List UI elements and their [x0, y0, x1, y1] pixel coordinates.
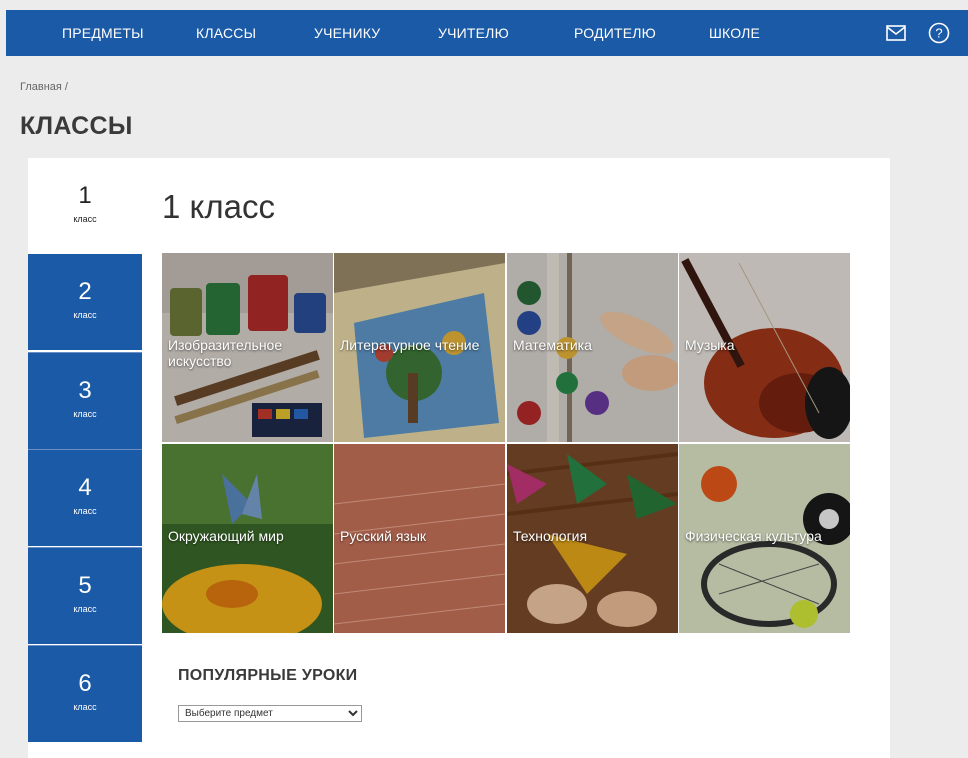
nav-item-classes[interactable]: КЛАССЫ	[196, 10, 256, 56]
subject-label: Окружающий мир	[168, 528, 284, 544]
class-tab-4[interactable]: 4 класс	[28, 450, 142, 546]
class-tab-label: класс	[73, 409, 97, 419]
class-tab-label: класс	[73, 214, 97, 224]
subject-tile-math[interactable]: Математика	[507, 253, 678, 442]
breadcrumb[interactable]: Главная /	[20, 81, 68, 93]
class-tab-6[interactable]: 6 класс	[28, 646, 142, 742]
class-tab-label: класс	[73, 604, 97, 614]
top-navigation: ПРЕДМЕТЫ КЛАССЫ УЧЕНИКУ УЧИТЕЛЮ РОДИТЕЛЮ…	[0, 0, 968, 58]
page-title: КЛАССЫ	[20, 112, 133, 140]
mail-icon[interactable]	[884, 21, 908, 45]
grade-title: 1 класс	[162, 188, 275, 225]
subject-label: Литературное чтение	[340, 337, 480, 353]
subject-tile-music[interactable]: Музыка	[679, 253, 850, 442]
class-tab-number: 2	[78, 278, 92, 305]
popular-lessons-title: ПОПУЛЯРНЫЕ УРОКИ	[178, 667, 358, 684]
class-tab-number: 1	[78, 182, 92, 209]
subject-label: Русский язык	[340, 528, 427, 544]
subject-tile-technology[interactable]: Технология	[507, 444, 678, 633]
subjects-grid: Изобразительное искусство Литературное ч…	[162, 253, 851, 634]
class-tab-number: 3	[78, 377, 92, 404]
subject-label: Музыка	[685, 337, 735, 353]
class-tab-label: класс	[73, 310, 97, 320]
class-tab-number: 4	[78, 474, 92, 501]
class-tab-3[interactable]: 3 класс	[28, 353, 142, 449]
subject-label: Технология	[513, 528, 588, 544]
subject-tile-world[interactable]: Окружающий мир	[162, 444, 333, 633]
class-tab-label: класс	[73, 702, 97, 712]
subject-tile-literature[interactable]: Литературное чтение	[334, 253, 505, 442]
subject-select[interactable]: Выберите предмет	[178, 705, 362, 722]
class-tab-5[interactable]: 5 класс	[28, 548, 142, 644]
subject-label: Изобразительное искусство	[168, 337, 283, 369]
class-tab-1[interactable]: 1 класс	[28, 158, 142, 254]
class-tab-number: 6	[78, 670, 92, 697]
help-icon[interactable]: ?	[927, 21, 951, 45]
nav-item-school[interactable]: ШКОЛЕ	[709, 10, 760, 56]
subject-tile-art[interactable]: Изобразительное искусство	[162, 253, 333, 442]
subject-tile-russian[interactable]: Русский язык	[334, 444, 505, 633]
subject-tile-pe[interactable]: Физическая культура	[679, 444, 850, 633]
svg-text:?: ?	[935, 26, 942, 41]
top-navigation-bar: ПРЕДМЕТЫ КЛАССЫ УЧЕНИКУ УЧИТЕЛЮ РОДИТЕЛЮ…	[6, 10, 968, 56]
class-tab-2[interactable]: 2 класс	[28, 254, 142, 350]
nav-item-student[interactable]: УЧЕНИКУ	[314, 10, 380, 56]
class-tab-number: 5	[78, 572, 92, 599]
subject-label: Физическая культура	[685, 528, 822, 544]
nav-item-subjects[interactable]: ПРЕДМЕТЫ	[62, 10, 144, 56]
class-tab-label: класс	[73, 506, 97, 516]
nav-item-parent[interactable]: РОДИТЕЛЮ	[574, 10, 656, 56]
subject-label: Математика	[513, 337, 592, 353]
nav-item-teacher[interactable]: УЧИТЕЛЮ	[438, 10, 509, 56]
